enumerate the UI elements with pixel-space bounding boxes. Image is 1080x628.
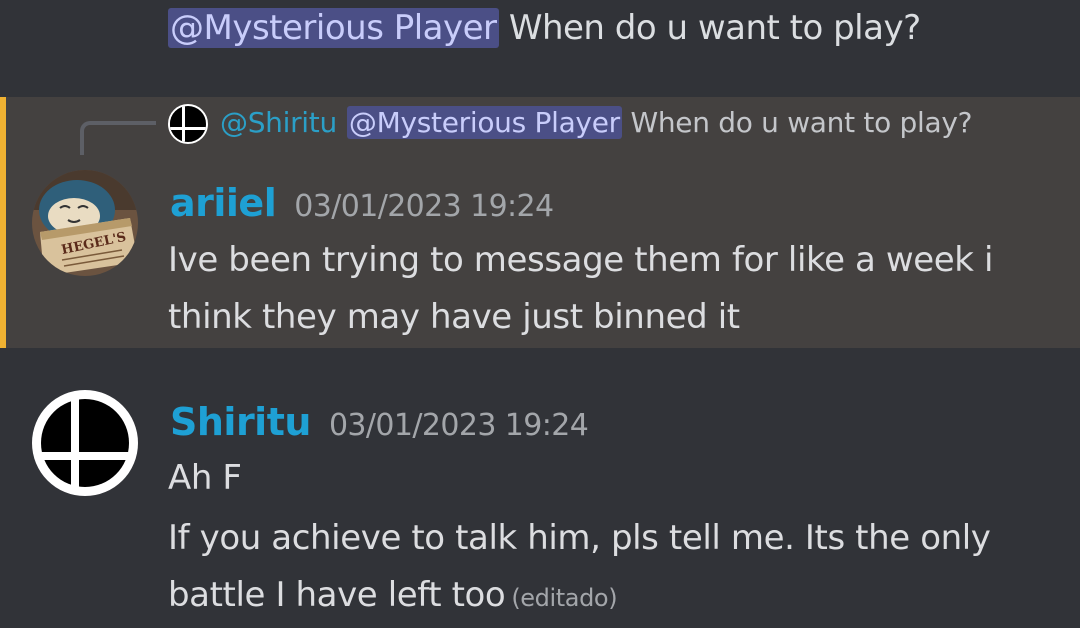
message-line-3: battle I have left too (editado) xyxy=(168,567,618,627)
reply-avatar-smash-icon[interactable] xyxy=(168,104,208,144)
message-line-3-text: battle I have left too xyxy=(168,575,506,615)
mention-mysterious-player[interactable]: @Mysterious Player xyxy=(168,8,499,48)
message-line-1: Ah F xyxy=(168,458,242,498)
message-ariiel: @Shiritu @Mysterious Player When do u wan… xyxy=(0,97,1080,348)
smash-bros-logo-icon[interactable] xyxy=(32,390,138,496)
message-top: @Mysterious Player When do u want to pla… xyxy=(0,0,1080,97)
timestamp-shiritu: 03/01/2023 19:24 xyxy=(328,408,589,443)
message-top-content: @Mysterious Player When do u want to pla… xyxy=(168,4,921,52)
author-name-ariiel[interactable]: ariiel xyxy=(170,181,277,225)
reply-author[interactable]: @Shiritu xyxy=(220,106,337,139)
edited-label: (editado) xyxy=(511,584,618,612)
message-text-ariiel: Ive been trying to message them for like… xyxy=(168,240,994,337)
reply-mention[interactable]: @Mysterious Player xyxy=(346,106,622,139)
snorlax-reading-avatar: HEGEL'S xyxy=(32,170,138,276)
timestamp-ariiel: 03/01/2023 19:24 xyxy=(294,189,554,224)
reply-spine xyxy=(80,121,156,155)
author-name-shiritu[interactable]: Shiritu xyxy=(170,400,311,444)
reply-preview[interactable]: @Shiritu @Mysterious Player When do u wan… xyxy=(220,101,972,145)
avatar-ariiel[interactable]: HEGEL'S xyxy=(32,170,138,276)
message-shiritu: Shiritu 03/01/2023 19:24 Ah F If you achi… xyxy=(0,348,1080,628)
message-header-ariiel: ariiel 03/01/2023 19:24 xyxy=(170,177,554,237)
message-line-2: If you achieve to talk him, pls tell me.… xyxy=(168,518,991,558)
mention-highlight-bar xyxy=(0,97,6,348)
message-top-text: When do u want to play? xyxy=(508,8,921,48)
reply-text: When do u want to play? xyxy=(630,106,973,139)
message-header-shiritu: Shiritu 03/01/2023 19:24 xyxy=(170,396,589,456)
